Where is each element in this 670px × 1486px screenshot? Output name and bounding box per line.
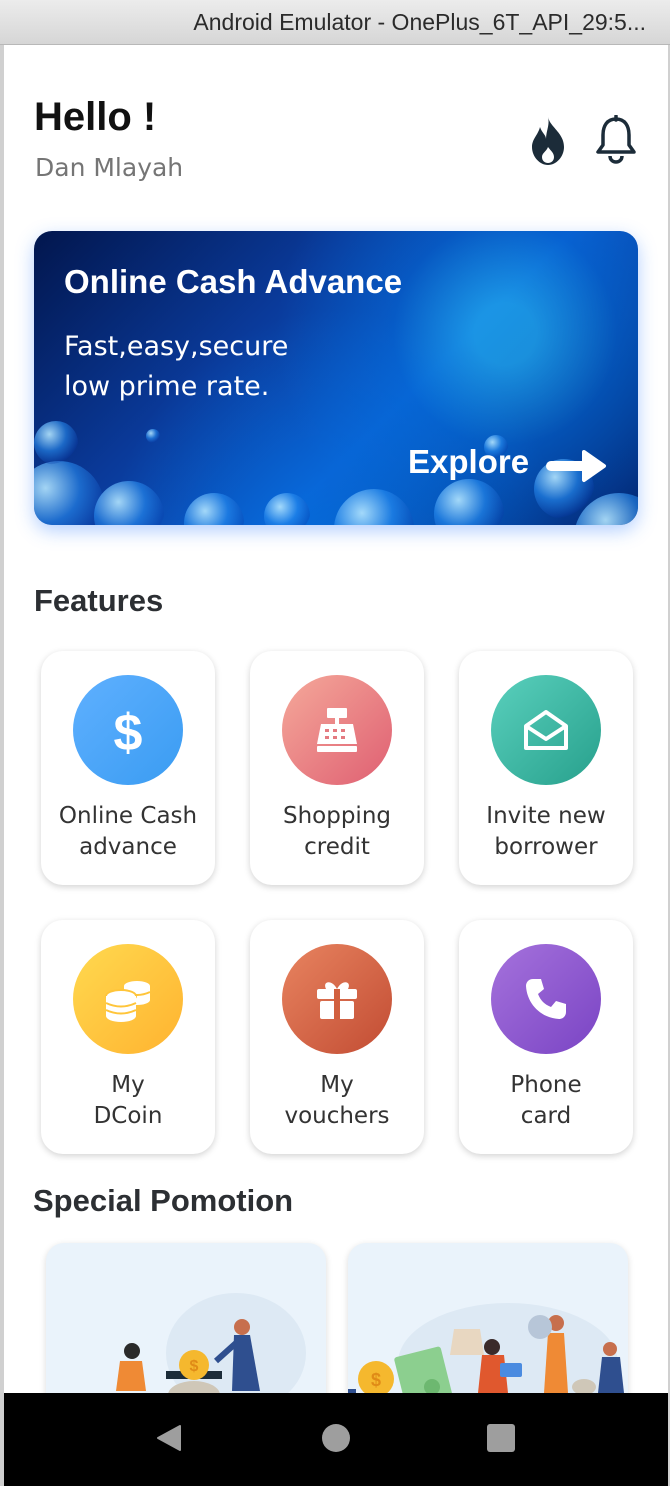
svg-text:$: $: [114, 704, 143, 758]
android-nav-bar: [4, 1393, 668, 1486]
feature-label-line2: vouchers: [284, 1103, 390, 1129]
feature-icon-circle: [73, 944, 183, 1054]
feature-label: Phone card: [459, 1070, 633, 1132]
cash-register-icon: [317, 708, 357, 752]
feature-label-line1: Invite new: [486, 803, 606, 829]
gift-icon: [317, 982, 357, 1019]
feature-label-line1: Online Cash: [58, 803, 198, 829]
feature-shopping-credit[interactable]: Shopping credit: [250, 651, 424, 885]
feature-icon-circle: [491, 944, 601, 1054]
fire-icon[interactable]: [528, 117, 568, 165]
banner-subtitle: Fast,easy,secure low prime rate.: [64, 327, 384, 407]
cash-advance-banner[interactable]: Online Cash Advance Fast,easy,secure low…: [34, 231, 638, 525]
feature-phone-card[interactable]: Phone card: [459, 920, 633, 1154]
feature-icon-circle: [282, 675, 392, 785]
feature-label-line2: advance: [79, 834, 177, 860]
svg-text:$: $: [371, 1370, 381, 1390]
svg-text:$: $: [190, 1358, 199, 1375]
feature-label-line2: card: [520, 1103, 572, 1129]
home-icon[interactable]: [322, 1424, 350, 1452]
bubble-decoration: [34, 421, 78, 465]
bubble-decoration: [94, 481, 164, 525]
user-name: Dan Mlayah: [35, 153, 184, 182]
feature-label: Shopping credit: [250, 801, 424, 863]
banner-title: Online Cash Advance: [64, 263, 403, 300]
special-promotion-title: Special Pomotion: [33, 1183, 294, 1218]
bubble-decoration: [434, 479, 504, 525]
recent-apps-icon[interactable]: [487, 1424, 515, 1452]
banner-subtitle-line1: Fast,easy,secure: [64, 331, 289, 362]
feature-label: My vouchers: [250, 1070, 424, 1132]
coins-icon: [105, 981, 151, 1022]
feature-invite-new-borrower[interactable]: Invite new borrower: [459, 651, 633, 885]
feature-label-line2: borrower: [494, 834, 598, 860]
window-title-bar: Android Emulator - OnePlus_6T_API_29:5..…: [0, 0, 670, 45]
feature-icon-circle: $: [73, 675, 183, 785]
banner-subtitle-line2: low prime rate.: [64, 371, 270, 402]
features-title: Features: [34, 583, 164, 618]
feature-label-line2: credit: [304, 834, 370, 860]
feature-label: My DCoin: [41, 1070, 215, 1132]
feature-label: Online Cash advance: [41, 801, 215, 863]
feature-label: Invite new borrower: [459, 801, 633, 863]
feature-icon-circle: [282, 944, 392, 1054]
bubble-decoration: [146, 429, 160, 443]
window-title: Android Emulator - OnePlus_6T_API_29:5..…: [193, 9, 646, 35]
feature-label-line1: Phone: [510, 1072, 582, 1098]
bubble-decoration: [264, 493, 310, 525]
app-screen: Hello ! Dan Mlayah Online Cash Advance F…: [4, 45, 668, 1486]
envelope-open-icon: [524, 710, 568, 750]
bubble-decoration: [184, 493, 244, 525]
back-icon[interactable]: [154, 1423, 184, 1453]
explore-button[interactable]: Explore: [408, 443, 529, 481]
feature-my-vouchers[interactable]: My vouchers: [250, 920, 424, 1154]
feature-label-line2: DCoin: [93, 1103, 163, 1129]
phone-icon: [526, 979, 566, 1019]
feature-my-dcoin[interactable]: My DCoin: [41, 920, 215, 1154]
greeting-title: Hello !: [34, 95, 157, 139]
feature-label-line1: My: [320, 1072, 354, 1098]
bubble-decoration: [334, 489, 414, 525]
feature-label-line1: My: [111, 1072, 145, 1098]
bell-icon[interactable]: [594, 115, 638, 165]
feature-icon-circle: [491, 675, 601, 785]
feature-online-cash-advance[interactable]: $ Online Cash advance: [41, 651, 215, 885]
dollar-icon: $: [114, 704, 143, 758]
arrow-right-icon[interactable]: [544, 449, 608, 483]
feature-label-line1: Shopping: [282, 803, 391, 829]
